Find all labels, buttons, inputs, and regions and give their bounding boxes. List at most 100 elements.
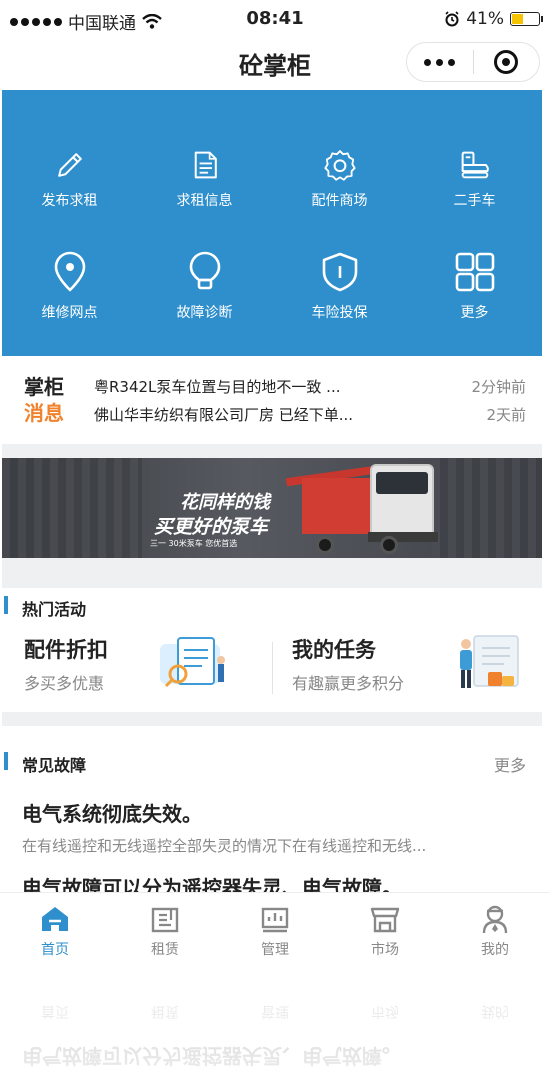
- activity-subtitle: 多买多优惠: [24, 674, 105, 693]
- activity-card-parts-discount[interactable]: 配件折扣 多买多优惠: [24, 634, 108, 698]
- truck-body: [302, 478, 372, 534]
- reflection-tab: 管理: [220, 964, 330, 1036]
- activity-title: 配件折扣: [24, 638, 108, 662]
- manage-icon: [261, 907, 289, 933]
- banner-building: [432, 458, 542, 558]
- fault-item[interactable]: 电气系统彻底失效。 在有线遥控和无线遥控全部失灵的情况下在有线遥控和无线...: [22, 798, 532, 856]
- tab-label: 市场: [371, 942, 399, 958]
- banner-slogan-1: 花同样的钱: [180, 492, 270, 513]
- tab-label: 管理: [261, 942, 289, 958]
- section-divider: [2, 444, 542, 458]
- grid-item-rent-info[interactable]: 求租信息: [137, 90, 272, 210]
- banner-slogan-2: 买更好的泵车: [154, 516, 269, 538]
- tab-home[interactable]: 首页: [0, 893, 110, 964]
- profile-icon: [482, 905, 508, 934]
- grid-label: 求租信息: [176, 193, 233, 209]
- hot-activities-header: 热门活动: [2, 588, 542, 624]
- status-bar: 中国联通 08:41 41%: [0, 0, 550, 38]
- home-icon: [42, 907, 68, 931]
- location-pin-icon: [54, 251, 85, 292]
- grid-label: 维修网点: [41, 305, 98, 321]
- screen-reflection: 电气故障可以分为遥控器失灵、电气故障。 首页 租赁 管理 市场 我的: [0, 964, 550, 1074]
- bottom-tab-bar: 首页 租赁 管理 市场 我的: [0, 892, 550, 964]
- reflection-tab-label: 租赁: [151, 1003, 179, 1019]
- grid-label: 二手车: [453, 193, 496, 209]
- section-accent-bar: [4, 596, 8, 614]
- shield-icon: [322, 252, 357, 292]
- battery-percent: 41%: [466, 9, 504, 29]
- grid-label: 车险投保: [311, 305, 368, 321]
- grid-more-icon: [455, 252, 494, 292]
- news-time: 2天前: [486, 406, 526, 424]
- lightbulb-icon: [189, 251, 220, 290]
- truck-wheel: [380, 536, 398, 554]
- truck-icon: [461, 151, 489, 179]
- section-divider: [2, 712, 542, 726]
- truck-window: [376, 472, 428, 494]
- function-grid: 发布求租 求租信息 配件商场 二手车 维修网点 故障诊断 车险投保 更多: [2, 90, 542, 356]
- grid-item-publish-rent[interactable]: 发布求租: [2, 90, 137, 210]
- mini-program-capsule: [406, 42, 540, 82]
- document-icon: [194, 151, 217, 179]
- news-logo: 掌柜 消息: [24, 374, 64, 426]
- discount-illustration-icon: [160, 637, 225, 688]
- market-icon: [370, 907, 400, 933]
- tab-lease[interactable]: 租赁: [110, 893, 220, 964]
- truck-wheel: [316, 536, 334, 554]
- reflection-tab-label: 我的: [481, 1003, 509, 1019]
- status-right: 41%: [444, 9, 543, 29]
- activity-divider: [272, 642, 273, 694]
- tasks-illustration-icon: [460, 635, 519, 688]
- reflection-tab: 首页: [0, 964, 110, 1036]
- battery-icon: [510, 12, 543, 26]
- section-title: 热门活动: [22, 600, 87, 619]
- news-logo-line1: 掌柜: [24, 375, 64, 399]
- tab-label: 首页: [41, 942, 69, 958]
- tab-market[interactable]: 市场: [330, 893, 440, 964]
- target-icon: [494, 50, 519, 74]
- activity-card-my-tasks[interactable]: 我的任务 有趣赢更多积分: [292, 634, 404, 698]
- reflection-fault-title: 电气故障可以分为遥控器失灵、电气故障。: [22, 1044, 402, 1068]
- more-options-button[interactable]: [407, 58, 473, 66]
- grid-item-parts-mall[interactable]: 配件商场: [272, 90, 407, 210]
- grid-label: 更多: [460, 305, 489, 321]
- grid-label: 发布求租: [41, 193, 98, 209]
- faults-more-link[interactable]: 更多: [494, 752, 526, 776]
- promo-banner[interactable]: 花同样的钱 买更好的泵车 三一 30米泵车 您优首选: [2, 458, 542, 558]
- manager-news: 掌柜 消息 粤R342L泵车位置与目的地不一致 ... 2分钟前 佛山华丰纺织有…: [2, 356, 542, 444]
- tab-manage[interactable]: 管理: [220, 893, 330, 964]
- reflection-tab-label: 首页: [41, 1003, 69, 1019]
- grid-item-fault-diagnosis[interactable]: 故障诊断: [137, 210, 272, 328]
- reflection-content: 电气故障可以分为遥控器失灵、电气故障。 首页 租赁 管理 市场 我的: [0, 964, 550, 1072]
- close-mini-program-button[interactable]: [474, 50, 540, 74]
- reflection-tab: 市场: [330, 964, 440, 1036]
- tab-profile[interactable]: 我的: [440, 893, 550, 964]
- grid-item-repair-points[interactable]: 维修网点: [2, 210, 137, 328]
- banner-building: [2, 458, 142, 558]
- truck-bumper: [368, 532, 438, 542]
- fault-title: 电气系统彻底失效。: [22, 802, 202, 826]
- reflection-tab-label: 管理: [261, 1003, 289, 1019]
- grid-item-vehicle-insurance[interactable]: 车险投保: [272, 210, 407, 328]
- news-logo-line2: 消息: [24, 401, 64, 425]
- news-item[interactable]: 佛山华丰纺织有限公司厂房 已经下单... 2天前: [94, 404, 526, 425]
- reflection-tab: 租赁: [110, 964, 220, 1036]
- activity-title: 我的任务: [292, 638, 376, 662]
- tab-label: 租赁: [151, 942, 179, 958]
- banner-slogan-3: 三一 30米泵车 您优首选: [150, 539, 238, 548]
- grid-item-more[interactable]: 更多: [407, 210, 542, 328]
- section-title: 常见故障: [22, 756, 87, 775]
- activity-subtitle: 有趣赢更多积分: [292, 674, 405, 693]
- news-item[interactable]: 粤R342L泵车位置与目的地不一致 ... 2分钟前: [94, 376, 526, 397]
- nav-bar: 砼掌柜: [0, 38, 550, 90]
- alarm-icon: [445, 11, 459, 27]
- grid-item-used-truck[interactable]: 二手车: [407, 90, 542, 210]
- section-accent-bar: [4, 752, 8, 770]
- news-time: 2分钟前: [471, 378, 526, 396]
- fault-desc: 在有线遥控和无线遥控全部失灵的情况下在有线遥控和无线...: [22, 837, 427, 855]
- common-faults-header: 常见故障 更多: [2, 744, 542, 780]
- tab-label: 我的: [481, 942, 509, 958]
- reflection-tab: 我的: [440, 964, 550, 1036]
- gear-icon: [323, 150, 356, 181]
- news-text: 佛山华丰纺织有限公司厂房 已经下单...: [94, 406, 354, 424]
